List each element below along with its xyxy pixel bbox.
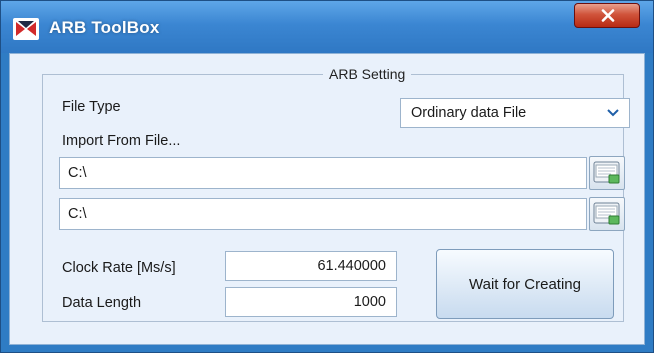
import-path-input-1[interactable] bbox=[59, 157, 587, 189]
open-file-icon bbox=[593, 202, 620, 225]
file-type-label: File Type bbox=[62, 99, 121, 115]
import-from-file-label: Import From File... bbox=[62, 133, 181, 149]
group-title: ARB Setting bbox=[323, 66, 412, 82]
close-button[interactable] bbox=[574, 3, 640, 28]
wait-for-creating-button[interactable]: Wait for Creating bbox=[436, 249, 614, 319]
file-type-value: Ordinary data File bbox=[411, 105, 527, 121]
arb-setting-group: ARB Setting File Type Ordinary data File… bbox=[42, 66, 630, 322]
clock-rate-label: Clock Rate [Ms/s] bbox=[62, 260, 176, 276]
data-length-label: Data Length bbox=[62, 295, 142, 311]
browse-button-2[interactable] bbox=[589, 197, 625, 231]
browse-button-1[interactable] bbox=[589, 156, 625, 190]
chevron-down-icon bbox=[607, 109, 619, 117]
arb-toolbox-window: ARB ToolBox ARB Setting File Type Ordina… bbox=[0, 0, 654, 353]
close-icon bbox=[601, 9, 615, 22]
clock-rate-input[interactable] bbox=[225, 251, 397, 281]
title-bar[interactable]: ARB ToolBox bbox=[1, 1, 653, 53]
window-title: ARB ToolBox bbox=[49, 18, 160, 37]
app-logo-icon bbox=[13, 18, 39, 40]
open-file-icon bbox=[593, 161, 620, 184]
file-type-dropdown[interactable]: Ordinary data File bbox=[400, 98, 630, 128]
import-path-input-2[interactable] bbox=[59, 198, 587, 230]
data-length-input[interactable] bbox=[225, 287, 397, 317]
window-client-area: ARB Setting File Type Ordinary data File… bbox=[9, 53, 645, 345]
